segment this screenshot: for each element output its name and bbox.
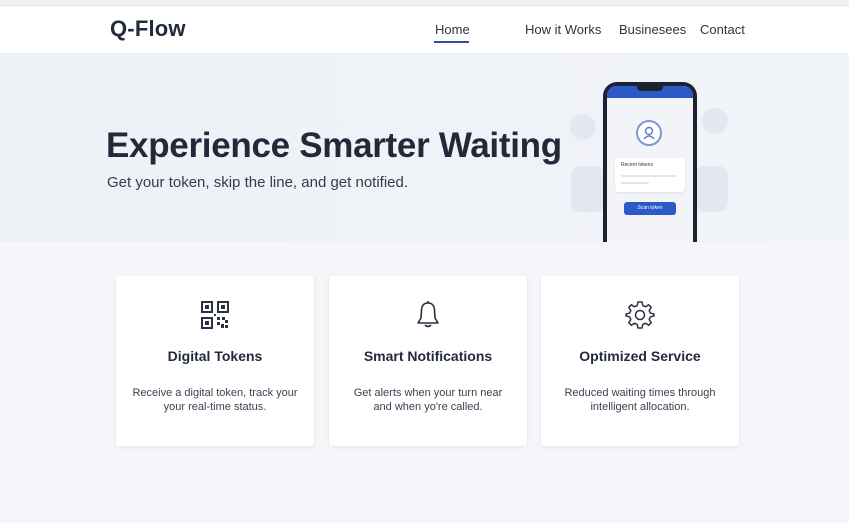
feature-card-optimized-service: Optimized Service Reduced waiting times … (541, 276, 739, 446)
phone-screen: Recent tokens Scan token (607, 86, 693, 242)
hero-section: Experience Smarter Waiting Get your toke… (0, 54, 849, 242)
phone-recent-card: Recent tokens (615, 158, 685, 192)
hero-decor-left-block (571, 166, 605, 212)
nav-home-link[interactable]: Home (435, 22, 470, 37)
nav-contact-link[interactable]: Contact (700, 22, 745, 37)
site-logo[interactable]: Q-Flow (110, 16, 186, 42)
feature-title: Optimized Service (579, 348, 701, 364)
feature-description: Receive a digital token, track your your… (132, 387, 298, 413)
hero-title: Experience Smarter Waiting (106, 126, 562, 165)
nav-how-it-works-link[interactable]: How it Works (525, 22, 601, 37)
qr-code-icon (200, 300, 230, 330)
feature-card-smart-notifications: Smart Notifications Get alerts when your… (329, 276, 527, 446)
gear-icon (625, 300, 655, 330)
phone-card-line (621, 175, 677, 177)
feature-description: Reduced waiting times through intelligen… (564, 387, 716, 413)
feature-description: Get alerts when your turn near and when … (353, 387, 503, 413)
feature-title: Smart Notifications (363, 348, 493, 364)
phone-card-line (621, 182, 649, 184)
hero-decor-left-circle (570, 114, 596, 140)
bell-icon (413, 300, 443, 330)
phone-app-icon (636, 120, 662, 146)
nav-active-underline (434, 41, 469, 43)
phone-mockup: Recent tokens Scan token (603, 82, 697, 242)
phone-scan-button: Scan token (624, 202, 676, 215)
nav-businesses-link[interactable]: Businesees (619, 22, 686, 37)
hero-decor-right-block (694, 166, 728, 212)
hero-decor-right-circle (702, 108, 728, 134)
phone-card-label: Recent tokens (621, 162, 653, 168)
site-header: Q-Flow Home How it Works Businesees Cont… (0, 6, 849, 54)
phone-notch (637, 86, 663, 91)
hero-subtitle: Get your token, skip the line, and get n… (107, 174, 409, 191)
feature-title: Digital Tokens (167, 348, 263, 364)
feature-card-digital-tokens: Digital Tokens Receive a digital token, … (116, 276, 314, 446)
